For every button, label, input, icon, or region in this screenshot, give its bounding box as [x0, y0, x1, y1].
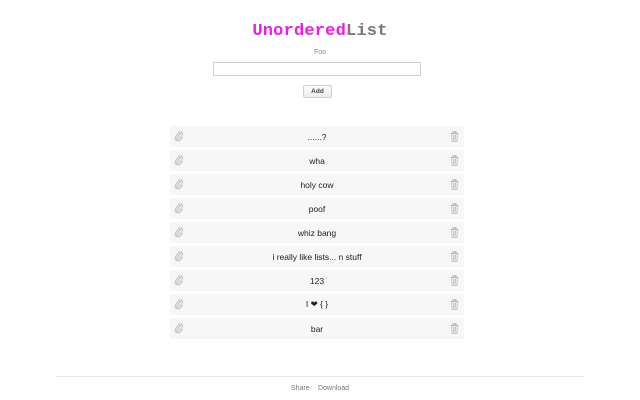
list-item-text: poof	[308, 203, 326, 214]
list-item-text: wha	[309, 155, 325, 166]
list-item: holy cow	[170, 174, 464, 195]
list-item: wha	[170, 150, 464, 171]
paperclip-icon[interactable]	[174, 131, 184, 142]
paperclip-icon[interactable]	[174, 155, 184, 166]
share-link[interactable]: Share	[291, 385, 310, 392]
paperclip-icon[interactable]	[174, 275, 184, 286]
paperclip-icon[interactable]	[174, 323, 184, 334]
footer: Share · Download	[0, 385, 640, 392]
paperclip-icon[interactable]	[174, 299, 184, 310]
list-item: poof	[170, 198, 464, 219]
footer-separator: ·	[312, 385, 315, 392]
list-item-text: i really like lists... n stuff	[272, 251, 362, 262]
item-list: ......? wha holy cow poof whiz bang i re…	[170, 126, 464, 342]
item-input-label: Foo	[313, 49, 327, 56]
paperclip-icon[interactable]	[174, 179, 184, 190]
trash-icon[interactable]	[450, 323, 459, 334]
page-title-part-list: List	[346, 22, 388, 41]
item-input[interactable]	[213, 62, 421, 76]
add-button[interactable]: Add	[303, 85, 332, 98]
download-link[interactable]: Download	[318, 385, 349, 392]
trash-icon[interactable]	[450, 227, 459, 238]
list-item-text: 123	[309, 275, 325, 286]
trash-icon[interactable]	[450, 179, 459, 190]
list-item-text: whiz bang	[297, 227, 337, 238]
list-item: bar	[170, 318, 464, 339]
paperclip-icon[interactable]	[174, 251, 184, 262]
list-item-text: holy cow	[300, 179, 334, 190]
list-item-text: bar	[310, 323, 324, 334]
page-title: UnorderedList	[0, 22, 640, 41]
list-item-text: I ❤ { }	[305, 299, 329, 309]
list-item: whiz bang	[170, 222, 464, 243]
list-item: i really like lists... n stuff	[170, 246, 464, 267]
list-item-text: ......?	[307, 131, 327, 142]
list-item: ......?	[170, 126, 464, 147]
list-item: 123	[170, 270, 464, 291]
trash-icon[interactable]	[450, 299, 459, 310]
trash-icon[interactable]	[450, 203, 459, 214]
paperclip-icon[interactable]	[174, 203, 184, 214]
list-item: I ❤ { }	[170, 294, 464, 315]
trash-icon[interactable]	[450, 251, 459, 262]
paperclip-icon[interactable]	[174, 227, 184, 238]
trash-icon[interactable]	[450, 131, 459, 142]
footer-divider	[56, 376, 584, 377]
trash-icon[interactable]	[450, 155, 459, 166]
page-title-part-unordered: Unordered	[252, 22, 346, 41]
trash-icon[interactable]	[450, 275, 459, 286]
